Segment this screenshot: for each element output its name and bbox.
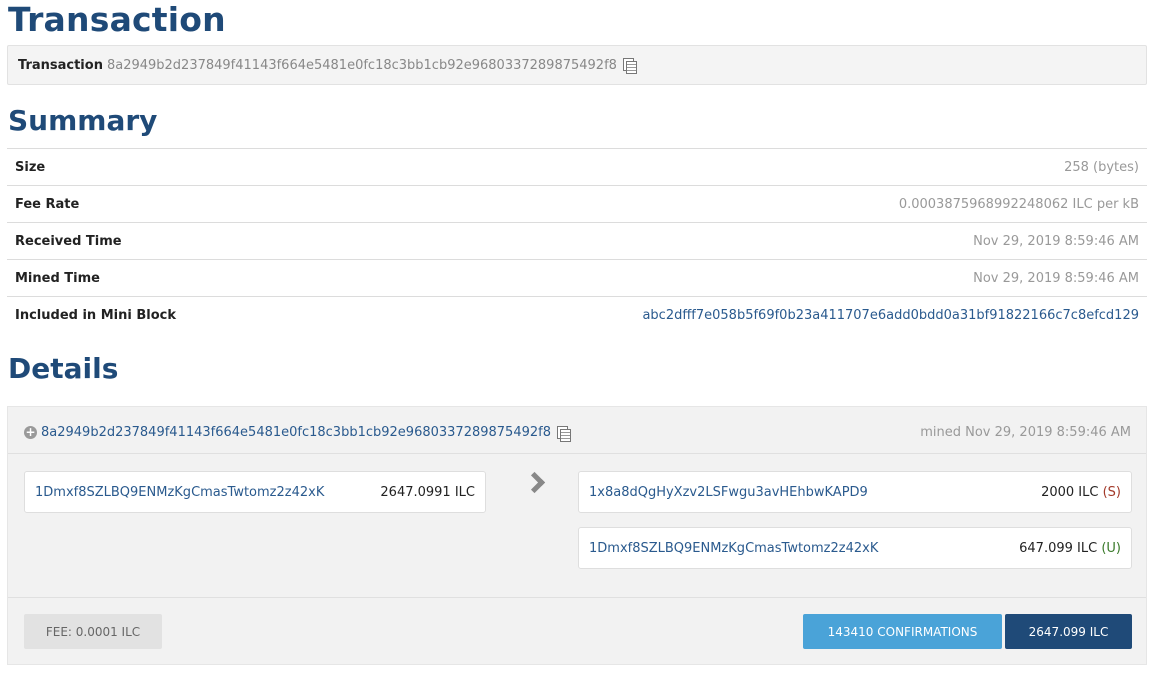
output-address-link[interactable]: 1Dmxf8SZLBQ9ENMzKgCmasTwtomz2z42xK <box>589 541 878 556</box>
chevron-right-icon <box>526 473 542 493</box>
expand-icon[interactable]: + <box>24 426 37 439</box>
summary-row-size: Size 258 (bytes) <box>7 148 1147 185</box>
output-amount-value: 2000 ILC <box>1041 484 1099 500</box>
summary-row-mini-block: Included in Mini Block abc2dfff7e058b5f6… <box>7 296 1147 333</box>
transaction-label: Transaction <box>18 57 103 73</box>
input-row: 1Dmxf8SZLBQ9ENMzKgCmasTwtomz2z42xK 2647.… <box>24 471 486 513</box>
details-header: + 8a2949b2d237849f41143f664e5481e0fc18c3… <box>24 425 571 442</box>
summary-key: Included in Mini Block <box>15 307 176 323</box>
summary-heading: Summary <box>8 104 158 137</box>
output-row: 1Dmxf8SZLBQ9ENMzKgCmasTwtomz2z42xK 647.0… <box>578 527 1132 569</box>
copy-icon[interactable] <box>622 58 637 74</box>
mini-block-link[interactable]: abc2dfff7e058b5f69f0b23a411707e6add0bdd0… <box>642 308 1139 323</box>
unspent-tag-letter: U <box>1106 540 1116 556</box>
page-title: Transaction <box>8 0 226 39</box>
output-amount-value: 647.099 ILC <box>1019 540 1098 556</box>
transaction-bar: Transaction 8a2949b2d237849f41143f664e54… <box>7 45 1147 85</box>
details-tx-hash-link[interactable]: 8a2949b2d237849f41143f664e5481e0fc18c3bb… <box>41 425 551 440</box>
summary-key: Received Time <box>15 233 122 249</box>
unspent-tag: (U) <box>1101 541 1121 556</box>
summary-row-fee-rate: Fee Rate 0.0003875968992248062 ILC per k… <box>7 185 1147 222</box>
spent-tag-letter: S <box>1107 484 1116 500</box>
details-heading: Details <box>8 352 119 385</box>
fee-badge: FEE: 0.0001 ILC <box>24 614 162 649</box>
divider <box>8 597 1146 598</box>
output-row: 1x8a8dQgHyXzv2LSFwgu3avHEhbwKAPD9 2000 I… <box>578 471 1132 513</box>
details-panel: + 8a2949b2d237849f41143f664e5481e0fc18c3… <box>7 406 1147 665</box>
confirmations-badge: 143410 CONFIRMATIONS <box>803 614 1002 649</box>
spent-tag[interactable]: (S) <box>1103 485 1121 500</box>
mined-time: mined Nov 29, 2019 8:59:46 AM <box>920 425 1131 440</box>
input-amount: 2647.0991 ILC <box>380 484 475 500</box>
unspent-tag-close: ) <box>1115 540 1121 556</box>
output-address-link[interactable]: 1x8a8dQgHyXzv2LSFwgu3avHEhbwKAPD9 <box>589 485 868 500</box>
divider <box>8 453 1146 454</box>
total-amount-badge: 2647.099 ILC <box>1005 614 1132 649</box>
summary-table: Size 258 (bytes) Fee Rate 0.000387596899… <box>7 148 1147 333</box>
summary-value: 258 (bytes) <box>1064 159 1139 175</box>
summary-value: 0.0003875968992248062 ILC per kB <box>898 196 1139 212</box>
summary-value: Nov 29, 2019 8:59:46 AM <box>973 270 1139 286</box>
summary-row-received-time: Received Time Nov 29, 2019 8:59:46 AM <box>7 222 1147 259</box>
input-address-link[interactable]: 1Dmxf8SZLBQ9ENMzKgCmasTwtomz2z42xK <box>35 485 324 500</box>
summary-row-mined-time: Mined Time Nov 29, 2019 8:59:46 AM <box>7 259 1147 296</box>
output-amount: 2000 ILC (S) <box>1041 485 1121 500</box>
output-amount: 647.099 ILC (U) <box>1019 541 1121 556</box>
summary-key: Mined Time <box>15 270 100 286</box>
copy-icon[interactable] <box>556 425 571 442</box>
transaction-hash: 8a2949b2d237849f41143f664e5481e0fc18c3bb… <box>106 57 617 73</box>
summary-value: Nov 29, 2019 8:59:46 AM <box>973 233 1139 249</box>
summary-key: Fee Rate <box>15 196 80 212</box>
summary-key: Size <box>15 159 46 175</box>
spent-tag-close: ) <box>1115 484 1121 500</box>
